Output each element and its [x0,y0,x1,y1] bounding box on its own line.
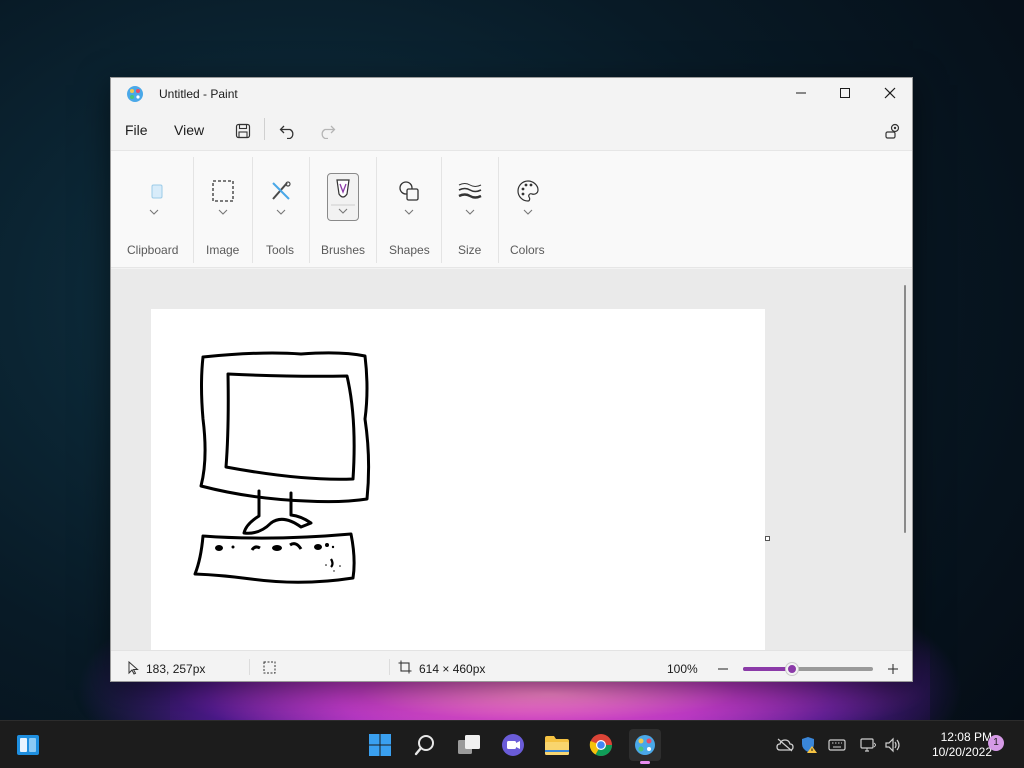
zoom-slider-thumb[interactable] [786,663,799,675]
undo-button[interactable] [275,118,301,144]
title-bar: Untitled - Paint [111,78,912,110]
ribbon-toolbar: Clipboard Image Tools Brushes Shapes Siz… [111,150,912,268]
maximize-button[interactable] [822,78,868,108]
volume-icon[interactable] [884,736,902,754]
clipboard-label: Clipboard [127,243,179,257]
clock-date: 10/20/2022 [931,745,992,759]
status-bar: 183, 257px 614 × 460px 100% [111,650,912,681]
close-icon [884,87,896,99]
selection-icon [209,177,237,205]
brushes-group[interactable]: Brushes [310,151,376,269]
window-title: Untitled - Paint [159,87,238,101]
clock[interactable]: 12:08 PM 10/20/2022 [912,730,992,760]
colors-group[interactable]: Colors [499,151,559,269]
zoom-in-icon[interactable] [887,663,899,675]
settings-button[interactable] [880,118,906,144]
drawing-canvas[interactable] [151,309,765,650]
canvas-size: 614 × 460px [419,662,486,676]
shapes-label: Shapes [389,243,430,257]
paint-icon [635,735,655,755]
brush-icon [331,179,355,214]
redo-button[interactable] [314,118,340,144]
minimize-icon [796,92,806,94]
menu-separator [264,118,265,140]
chevron-down-icon [523,209,533,215]
windows-icon [369,734,391,756]
zoom-slider-fill [743,667,793,671]
computer-drawing [193,351,371,584]
vertical-scrollbar[interactable] [904,285,906,533]
close-button[interactable] [867,78,912,108]
palette-icon [514,177,542,205]
maximize-icon [840,88,850,98]
zoom-out-icon[interactable] [717,663,729,675]
save-icon [235,123,251,139]
clock-time: 12:08 PM [940,730,992,744]
status-separator [389,659,390,675]
search-button[interactable] [409,729,441,761]
undo-icon [279,125,294,139]
widgets-icon [17,735,39,755]
teams-chat-button[interactable] [497,729,529,761]
security-warning-icon[interactable] [800,736,818,754]
clipboard-group[interactable]: Clipboard [111,151,193,269]
chevron-down-icon [465,209,475,215]
canvas-size-icon [398,660,412,674]
shapes-group[interactable]: Shapes [377,151,441,269]
zoom-level: 100% [667,662,698,676]
image-group[interactable]: Image [194,151,252,269]
size-group[interactable]: Size [442,151,498,269]
taskbar: 12:08 PM 10/20/2022 [0,720,1024,768]
brush-selected-box[interactable] [327,173,359,221]
search-icon [414,735,434,756]
save-button[interactable] [230,118,256,144]
chevron-down-icon [218,209,228,215]
tools-group[interactable]: Tools [253,151,309,269]
selection-size-icon [263,661,276,674]
file-menu[interactable]: File [125,122,148,138]
zoom-slider[interactable] [743,663,873,675]
paint-app-icon [126,85,144,103]
brushes-label: Brushes [321,243,366,257]
tools-label: Tools [266,243,295,257]
start-button[interactable] [364,729,396,761]
task-view-icon [458,735,480,754]
chrome-icon [589,734,612,756]
chrome-button[interactable] [585,729,617,761]
notification-badge[interactable]: 1 [988,735,1004,751]
chevron-down-icon [404,209,414,215]
settings-icon [885,123,900,139]
size-icon [456,177,484,205]
canvas-resize-handle[interactable] [765,536,770,541]
chevron-down-icon [276,209,286,215]
network-icon[interactable] [860,736,878,754]
paint-window: Untitled - Paint File View Clipboard Ima… [110,77,913,682]
view-menu[interactable]: View [174,122,204,138]
image-label: Image [206,243,240,257]
shapes-icon [395,177,423,205]
onedrive-icon[interactable] [776,736,794,754]
tools-icon [267,177,295,205]
redo-icon [321,125,336,139]
chevron-down-icon [149,209,159,215]
paint-taskbar-button[interactable] [629,729,661,764]
widgets-button[interactable] [12,729,44,761]
colors-label: Colors [510,243,545,257]
pointer-icon [128,661,139,675]
task-view-button[interactable] [453,729,485,761]
keyboard-icon[interactable] [828,736,846,754]
canvas-area[interactable] [111,269,912,650]
size-label: Size [458,243,482,257]
cursor-position: 183, 257px [146,662,206,676]
menu-bar: File View [111,110,912,150]
active-app-indicator [640,761,650,764]
minimize-button[interactable] [778,78,824,108]
clipboard-icon [143,177,171,205]
file-explorer-button[interactable] [541,729,573,761]
status-separator [249,659,250,675]
chat-icon [502,734,524,756]
folder-icon [545,736,569,755]
